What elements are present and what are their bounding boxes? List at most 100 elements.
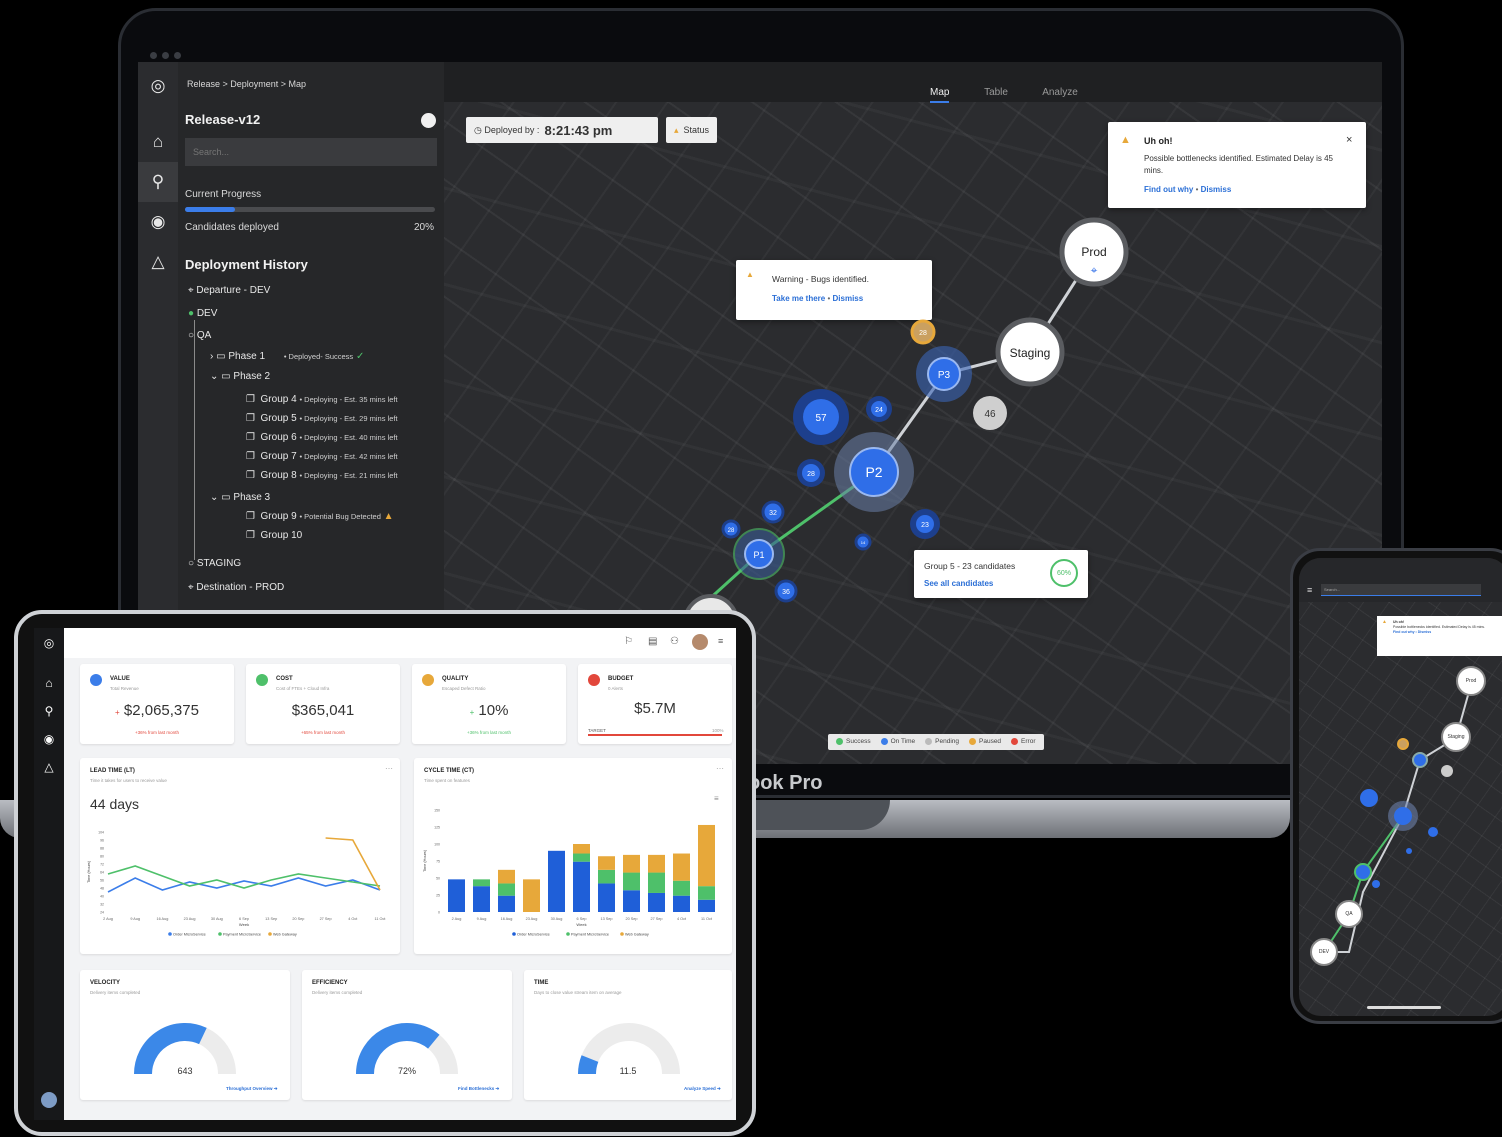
node-label: 28 — [807, 471, 815, 478]
tasks-icon[interactable]: ▤ — [648, 636, 657, 647]
copy-icon: ❐ — [246, 511, 255, 522]
x-tick-label: 30 Aug — [551, 917, 563, 921]
chevron-down-icon: ⌄ — [210, 371, 219, 382]
phase3-item[interactable]: ⌄ ▭ Phase 3 — [210, 492, 270, 503]
rocket-icon[interactable]: ⚲ — [40, 704, 58, 722]
rocket-icon[interactable]: ⚲ — [138, 162, 178, 202]
legend-label: Order MicroService — [173, 933, 206, 937]
node-small[interactable] — [1372, 880, 1380, 888]
phase2-item[interactable]: ⌄ ▭ Phase 2 — [210, 371, 270, 382]
legend-label: Payment MicroService — [223, 933, 261, 937]
logo-icon[interactable]: ◎ — [40, 636, 58, 654]
destination-item[interactable]: ⌖ Destination - PROD — [188, 582, 284, 593]
breadcrumb[interactable]: Release > Deployment > Map — [187, 79, 306, 89]
phone-node-dev[interactable]: DEV — [1310, 938, 1338, 966]
lead-time-chart: 104 96 88 80 72 64 56 48 40 32 24 2 Aug 9 Aug 16 Aug 2… — [87, 831, 386, 937]
kpi-cost[interactable]: COST Cost of FTEs + Cloud Infra $365,041… — [246, 664, 400, 744]
menu-icon[interactable]: ≡ — [718, 636, 723, 646]
node-small[interactable] — [1428, 827, 1438, 837]
diamond-icon — [90, 674, 102, 686]
view-tabs: Map Table Analyze — [930, 87, 1110, 103]
node-57[interactable] — [1360, 789, 1378, 807]
kpi-budget[interactable]: BUDGET 0 Alerts $5.7M TARGET 100% — [578, 664, 732, 744]
kpi-quality[interactable]: QUALITY Escaped Defect Ratio + 10% +36% … — [412, 664, 566, 744]
group-row[interactable]: ❐ Group 6 • Deploying - Est. 40 mins lef… — [246, 428, 398, 447]
analyze-speed-link[interactable]: Analyze Speed ➔ — [684, 1086, 721, 1092]
group-row[interactable]: ❐ Group 8 • Deploying - Est. 21 mins lef… — [246, 466, 398, 485]
node-p2[interactable] — [1394, 807, 1412, 825]
phase1-item[interactable]: › ▭ Phase 1 • Deployed- Success ✓ — [210, 351, 364, 362]
bar — [698, 886, 715, 900]
node-warning[interactable] — [1397, 738, 1409, 750]
node-label: P2 — [865, 464, 882, 480]
efficiency-panel: EFFICIENCY Delivery items completed 72% … — [302, 970, 512, 1100]
legend-item: Success — [836, 738, 871, 746]
network-icon[interactable]: △ — [146, 250, 170, 274]
folder-icon: ▭ — [216, 351, 226, 362]
legend-dot — [218, 932, 222, 936]
staging-item[interactable]: ○ STAGING — [188, 558, 241, 569]
y-tick-label: 104 — [98, 831, 104, 835]
x-tick-label: 30 Aug — [211, 917, 223, 921]
node-label: 57 — [815, 413, 827, 424]
more-icon[interactable]: ⋯ — [385, 764, 393, 773]
node-46[interactable] — [1441, 765, 1453, 777]
target-icon[interactable]: ◉ — [40, 732, 58, 750]
x-tick-label: 9 Aug — [477, 917, 487, 921]
group-row[interactable]: ❐ Group 7 • Deploying - Est. 42 mins lef… — [246, 447, 398, 466]
node-label: P1 — [753, 550, 764, 560]
bottlenecks-link[interactable]: Find Bottlenecks ➔ — [458, 1086, 499, 1092]
group-row[interactable]: ❐ Group 4 • Deploying - Est. 35 mins lef… — [246, 390, 398, 409]
search-input[interactable] — [185, 138, 437, 166]
tablet-app: ◎ ⌂ ⚲ ◉ △ ⚐ ▤ ⚇ ≡ VALUE Total Revenue + … — [34, 628, 736, 1120]
phone-app: ≡ Search... ▲ Uh oh! Possible bottleneck… — [1299, 558, 1502, 1016]
budget-bar — [588, 734, 722, 736]
departure-item[interactable]: ⌖ Departure - DEV — [188, 285, 270, 296]
y-tick-label: 48 — [100, 887, 104, 891]
logo-icon[interactable]: ◎ — [146, 74, 170, 98]
pin-icon: ⌖ — [188, 582, 194, 593]
phone-node-prod[interactable]: Prod — [1456, 666, 1486, 696]
group9-row[interactable]: ❐ Group 9 • Potential Bug Detected ▲ — [246, 511, 394, 522]
node-label: 24 — [875, 407, 883, 414]
phone-node-staging[interactable]: Staging — [1441, 722, 1471, 752]
x-tick-label: 13 Sep — [265, 917, 277, 921]
users-icon[interactable]: ⚇ — [670, 636, 679, 647]
bar — [473, 879, 490, 887]
bar — [623, 854, 640, 873]
tablet-nav-rail: ◎ ⌂ ⚲ ◉ △ — [34, 628, 64, 1120]
x-tick-label: 16 Aug — [156, 917, 168, 921]
home-icon[interactable]: ⌂ — [146, 130, 170, 154]
network-icon[interactable]: △ — [40, 760, 58, 778]
node-p3[interactable] — [1412, 752, 1428, 768]
x-tick-label: 6 Sep — [577, 917, 587, 921]
x-tick-label: 4 Oct — [348, 917, 358, 921]
node-p1[interactable] — [1354, 863, 1372, 881]
qa-item[interactable]: ○ QA — [188, 330, 211, 341]
device-label: ook Pro — [748, 772, 823, 794]
phone-node-qa[interactable]: QA — [1335, 900, 1363, 928]
bar — [523, 879, 540, 912]
tab-map[interactable]: Map — [930, 87, 950, 103]
throughput-link[interactable]: Throughput Overview ➔ — [226, 1086, 278, 1092]
x-tick-label: 16 Aug — [501, 917, 513, 921]
avatar[interactable] — [692, 634, 708, 650]
notification-icon[interactable]: ⚐ — [624, 636, 633, 647]
x-tick-label: 2 Aug — [452, 917, 462, 921]
more-icon[interactable]: ⋯ — [716, 764, 724, 773]
tab-analyze[interactable]: Analyze — [1042, 87, 1078, 98]
dev-item[interactable]: ● DEV — [188, 308, 217, 319]
kpi-value[interactable]: VALUE Total Revenue + $2,065,375 +36% fr… — [80, 664, 234, 744]
group10-row[interactable]: ❐ Group 10 — [246, 530, 302, 541]
group-row[interactable]: ❐ Group 5 • Deploying - Est. 29 mins lef… — [246, 409, 398, 428]
target-icon[interactable]: ◉ — [146, 210, 170, 234]
circle-icon: ○ — [188, 330, 195, 341]
theme-toggle[interactable] — [421, 113, 436, 128]
avatar[interactable] — [41, 1092, 57, 1108]
check-circle-icon: ● — [188, 308, 195, 319]
node-small[interactable] — [1406, 848, 1412, 854]
bar — [698, 824, 715, 887]
check-icon: ✓ — [355, 351, 365, 362]
home-icon[interactable]: ⌂ — [40, 676, 58, 694]
tab-table[interactable]: Table — [984, 87, 1008, 98]
